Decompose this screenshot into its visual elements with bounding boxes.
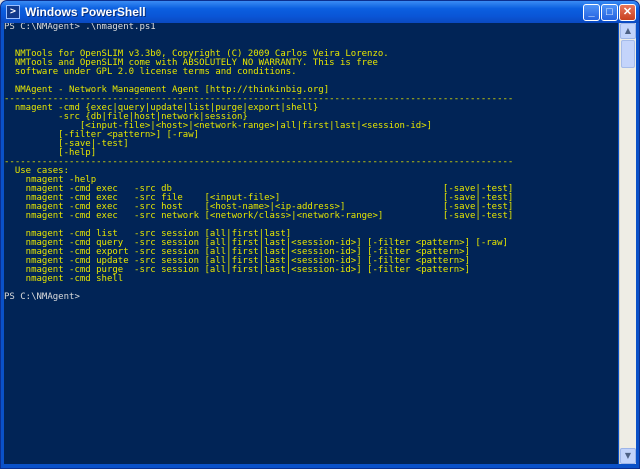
scroll-down-icon[interactable]: ▼ [620, 448, 636, 464]
maximize-button[interactable]: □ [601, 4, 618, 21]
console-line: Use cases: [4, 166, 70, 176]
console-line: [-save|-test] [4, 139, 129, 149]
console-line: software under GPL 2.0 license terms and… [4, 67, 297, 77]
console-lines: PS C:\NMAgent> .\nmagent.ps1 NMTools for… [4, 23, 618, 302]
vertical-scrollbar[interactable]: ▲ ▼ [619, 23, 636, 464]
console-output[interactable]: PS C:\NMAgent> .\nmagent.ps1 NMTools for… [4, 23, 618, 464]
scroll-thumb[interactable] [621, 40, 635, 68]
powershell-window: > Windows PowerShell _ □ ✕ PS C:\NMAgent… [0, 0, 640, 469]
scroll-up-icon[interactable]: ▲ [620, 23, 636, 39]
title-bar[interactable]: > Windows PowerShell _ □ ✕ [1, 1, 639, 23]
console-line: ----------------------------------------… [4, 157, 514, 167]
console-line: PS C:\NMAgent> .\nmagent.ps1 [4, 23, 156, 32]
powershell-icon: > [6, 5, 20, 19]
window-title: Windows PowerShell [25, 5, 146, 19]
minimize-button[interactable]: _ [583, 4, 600, 21]
close-button[interactable]: ✕ [619, 4, 636, 21]
prompt-line: PS C:\NMAgent> [4, 292, 80, 302]
console-line: nmagent -cmd exec -src network [<network… [4, 211, 514, 221]
console-line: nmagent -cmd shell [4, 274, 124, 284]
